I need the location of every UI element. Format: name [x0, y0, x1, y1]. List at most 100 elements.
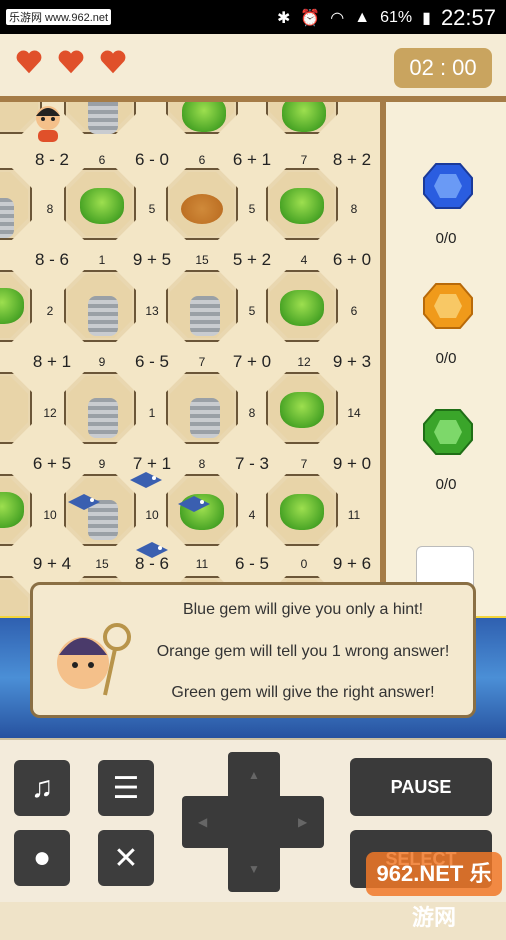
bush-sprite [280, 494, 324, 530]
math-expression[interactable]: 9 + 3 [322, 352, 380, 372]
game-board[interactable]: 8 - 2 6 - 0 6 + 1 8 + 2 6 6 7 8 5 5 8 8 … [0, 96, 380, 622]
music-button[interactable]: ♫ [14, 760, 70, 816]
answer-number: 6 [98, 153, 106, 167]
arrow-up-icon[interactable]: ▲ [248, 768, 260, 782]
gem-panel: 0/0 0/0 0/0 [380, 96, 506, 616]
battery-label: 61% [380, 9, 413, 26]
guide-character-icon [57, 623, 131, 696]
math-expression[interactable]: 5 + 2 [222, 250, 282, 270]
orange-gem-icon[interactable] [422, 282, 474, 330]
answer-number: 15 [95, 557, 109, 571]
answer-number: 1 [98, 253, 106, 267]
blue-gem-icon[interactable] [422, 162, 474, 210]
answer-number: 7 [198, 355, 206, 369]
math-expression[interactable]: 7 + 1 [122, 454, 182, 474]
answer-number: 13 [145, 304, 159, 318]
answer-number: 8 [46, 202, 54, 216]
bird-enemy [178, 496, 210, 512]
hint-line-green: Green gem will give the right answer! [171, 684, 435, 701]
math-expression[interactable]: 9 + 6 [322, 554, 380, 574]
answer-number: 15 [195, 253, 209, 267]
signal-icon: ▲ [354, 9, 371, 26]
status-icons: ✱ ⏰ ◠ ▲ 61% ▮ 22:57 [277, 5, 496, 31]
answer-number: 12 [297, 355, 311, 369]
math-expression[interactable]: 6 - 5 [122, 352, 182, 372]
heart-icon [58, 50, 84, 74]
answer-number: 7 [300, 153, 308, 167]
bluetooth-icon: ✱ [276, 10, 291, 27]
math-expression[interactable]: 6 + 5 [22, 454, 82, 474]
answer-number: 5 [248, 304, 256, 318]
menu-button[interactable]: ☰ [98, 760, 154, 816]
arrow-right-icon[interactable]: ▶ [298, 815, 307, 829]
math-expression[interactable]: 9 + 4 [22, 554, 82, 574]
arrow-left-icon[interactable]: ◀ [198, 815, 207, 829]
blue-gem-count: 0/0 [435, 230, 457, 247]
pause-button[interactable]: PAUSE [350, 758, 492, 816]
bush-sprite [282, 102, 326, 132]
green-gem-count: 0/0 [435, 476, 457, 493]
rock-sprite [88, 102, 118, 134]
answer-number: 6 [350, 304, 358, 318]
math-expression[interactable]: 8 + 1 [22, 352, 82, 372]
answer-number: 2 [46, 304, 54, 318]
math-expression[interactable]: 8 + 2 [322, 150, 380, 170]
answer-number: 4 [248, 508, 256, 522]
orange-gem-count: 0/0 [435, 350, 457, 367]
answer-number: 8 [198, 457, 206, 471]
rock-sprite [0, 198, 14, 238]
close-icon: ✕ [113, 841, 139, 875]
hint-line-blue: Blue gem will give you only a hint! [182, 601, 424, 618]
hint-line-orange: Orange gem will tell you 1 wrong answer! [156, 643, 450, 660]
menu-icon: ☰ [112, 771, 140, 805]
status-bar: 乐游网 www.962.net ✱ ⏰ ◠ ▲ 61% ▮ 22:57 [0, 0, 506, 34]
speaker-icon: ● [32, 841, 52, 874]
answer-number: 0 [300, 557, 308, 571]
rock-sprite [190, 398, 220, 438]
rock-sprite [190, 296, 220, 336]
answer-number: 8 [350, 202, 358, 216]
answer-number: 4 [300, 253, 308, 267]
math-expression[interactable]: 8 - 6 [122, 554, 182, 574]
math-expression[interactable]: 6 + 0 [322, 250, 380, 270]
wifi-icon: ◠ [330, 10, 345, 27]
answer-number: 7 [300, 457, 308, 471]
bush-sprite [280, 392, 324, 428]
heart-icon [16, 50, 42, 74]
rock-sprite [88, 296, 118, 336]
green-gem-icon[interactable] [422, 408, 474, 456]
answer-number: 5 [248, 202, 256, 216]
math-expression[interactable]: 6 - 5 [222, 554, 282, 574]
math-expression[interactable]: 7 - 3 [222, 454, 282, 474]
clock-label: 22:57 [440, 5, 496, 30]
player-character[interactable] [30, 104, 66, 144]
answer-number: 14 [347, 406, 361, 420]
answer-number: 5 [148, 202, 156, 216]
arrow-down-icon[interactable]: ▼ [248, 862, 260, 876]
bush-sprite [80, 188, 124, 224]
math-expression[interactable]: 8 - 2 [22, 150, 82, 170]
watermark-label: 乐游网 www.962.net [6, 9, 112, 25]
bush-sprite [280, 188, 324, 224]
math-expression[interactable]: 7 + 0 [222, 352, 282, 372]
answer-number: 1 [148, 406, 156, 420]
math-expression[interactable]: 9 + 5 [122, 250, 182, 270]
answer-number: 10 [145, 508, 159, 522]
answer-number: 9 [98, 457, 106, 471]
close-button[interactable]: ✕ [98, 830, 154, 886]
battery-icon: ▮ [422, 10, 431, 27]
board-tile[interactable] [0, 372, 32, 444]
hint-dialog[interactable]: Blue gem will give you only a hint! Oran… [30, 582, 476, 718]
math-expression[interactable]: 9 + 0 [322, 454, 380, 474]
answer-number: 11 [195, 557, 209, 571]
answer-number: 10 [43, 508, 57, 522]
math-expression[interactable]: 8 - 6 [22, 250, 82, 270]
math-expression[interactable]: 6 + 1 [222, 150, 282, 170]
sound-button[interactable]: ● [14, 830, 70, 886]
bush-sprite [182, 102, 226, 132]
answer-number: 6 [198, 153, 206, 167]
alarm-icon: ⏰ [300, 10, 321, 27]
music-note-icon: ♫ [30, 771, 54, 804]
answer-number: 11 [347, 508, 361, 522]
math-expression[interactable]: 6 - 0 [122, 150, 182, 170]
